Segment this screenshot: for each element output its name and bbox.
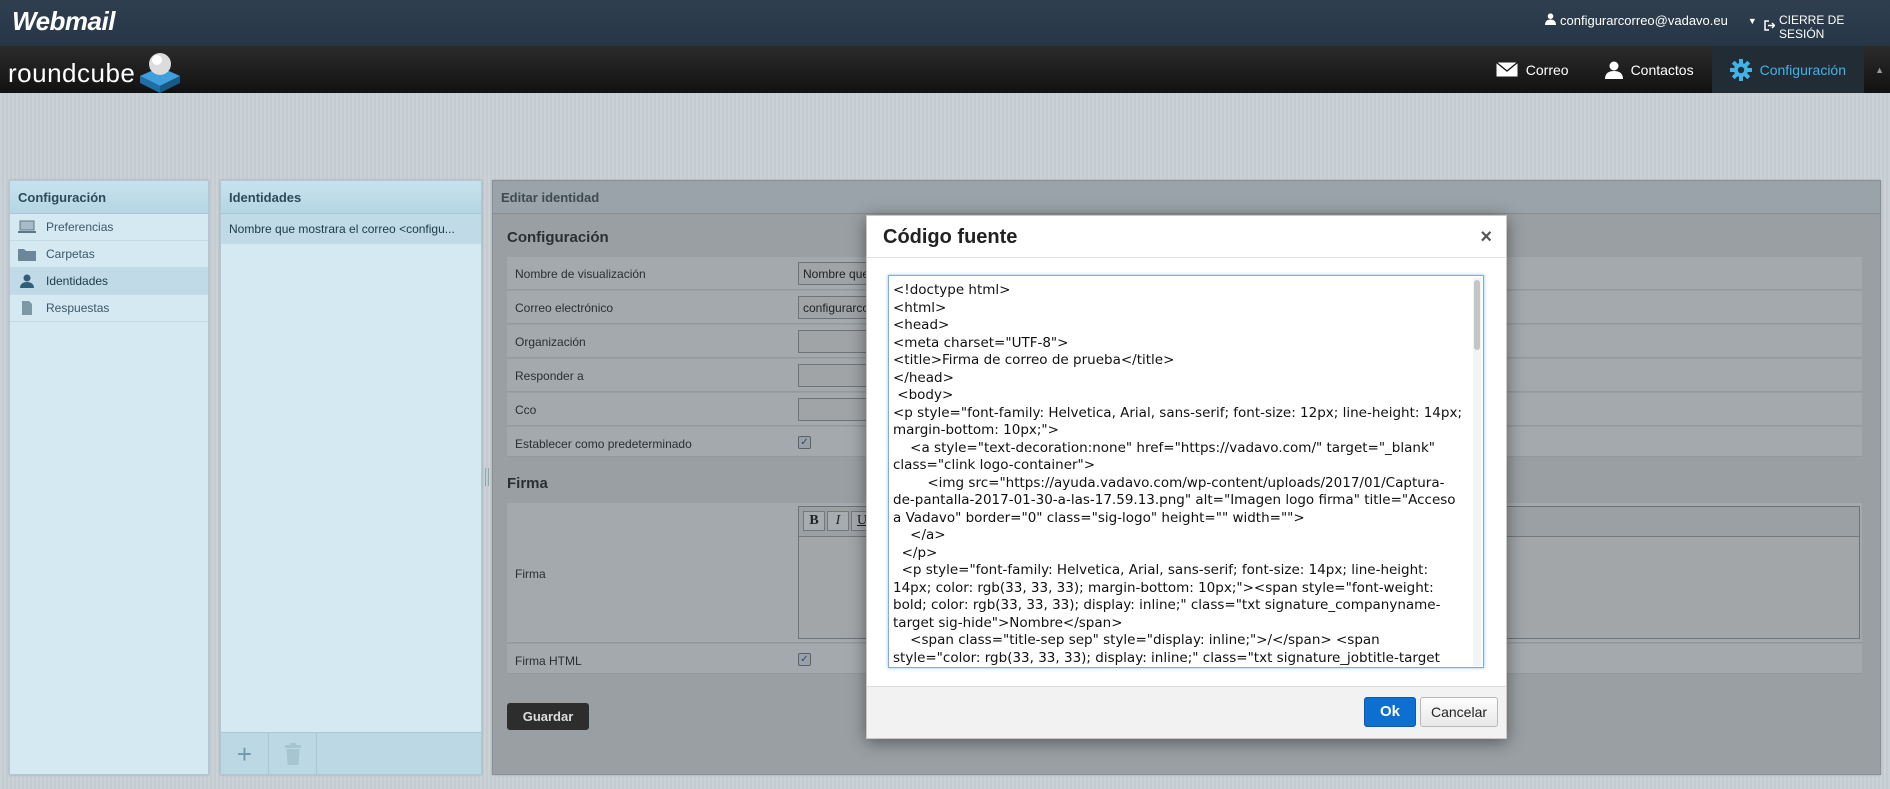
cancel-button[interactable]: Cancelar — [1420, 697, 1498, 727]
italic-button[interactable]: I — [827, 511, 849, 531]
identity-list-item[interactable]: Nombre que mostrara el correo <configu..… — [221, 214, 481, 244]
close-icon[interactable]: × — [1480, 226, 1492, 249]
folder-icon — [18, 249, 36, 261]
edit-identity-title: Editar identidad — [493, 181, 1880, 214]
source-code-text: <!doctype html> <html> <head> <meta char… — [893, 282, 1463, 666]
default-checkbox[interactable]: ✓ — [798, 436, 811, 449]
delete-identity-button[interactable] — [269, 733, 317, 775]
html-signature-label: Firma HTML — [515, 654, 582, 668]
nav-settings[interactable]: Configuración — [1711, 46, 1864, 93]
roundcube-logo-icon — [140, 53, 180, 93]
user-email: configurarcorreo@vadavo.eu — [1560, 13, 1728, 28]
bcc-label: Cco — [515, 403, 537, 417]
display-name-label: Nombre de visualización — [515, 267, 646, 281]
app-header: roundcube Correo Contactos Configuración… — [0, 46, 1890, 93]
ok-button[interactable]: Ok — [1364, 697, 1416, 727]
email-label: Correo electrónico — [515, 301, 614, 315]
settings-sidebar: Configuración Preferencias Carpetas Iden… — [9, 180, 209, 775]
add-identity-button[interactable]: + — [221, 733, 269, 775]
organization-label: Organización — [515, 335, 586, 349]
webmail-brand: Webmail — [12, 6, 115, 36]
user-menu[interactable]: configurarcorreo@vadavo.eu ▼ — [1545, 13, 1757, 28]
settings-sidebar-title: Configuración — [10, 181, 208, 214]
sidebar-item-folders[interactable]: Carpetas — [10, 241, 208, 268]
sidebar-item-preferences[interactable]: Preferencias — [10, 214, 208, 241]
sidebar-item-identities[interactable]: Identidades — [10, 268, 208, 295]
identities-panel-title: Identidades — [221, 181, 481, 214]
nav-settings-label: Configuración — [1759, 61, 1846, 78]
html-signature-checkbox[interactable]: ✓ — [798, 653, 811, 666]
source-code-dialog: Código fuente × <!doctype html> <html> <… — [866, 215, 1507, 739]
scrollbar-thumb[interactable] — [1474, 280, 1480, 350]
bold-button[interactable]: B — [803, 511, 825, 531]
roundcube-logo[interactable]: roundcube — [8, 58, 135, 89]
nav-contacts-label: Contactos — [1630, 61, 1694, 78]
sidebar-item-label: Carpetas — [46, 247, 95, 261]
person-icon — [1604, 61, 1623, 79]
sidebar-item-responses[interactable]: Respuestas — [10, 295, 208, 322]
logout-icon — [1764, 20, 1776, 34]
user-icon — [1545, 13, 1556, 28]
nav-mail[interactable]: Correo — [1478, 46, 1587, 93]
dialog-footer: Ok Cancelar — [867, 686, 1506, 738]
laptop-icon — [18, 220, 36, 233]
sidebar-item-label: Identidades — [46, 274, 109, 288]
logout-label: CIERRE DE SESIÓN — [1779, 13, 1845, 41]
identities-footer: + — [221, 732, 481, 775]
nav-mail-label: Correo — [1525, 61, 1569, 78]
envelope-icon — [1495, 62, 1518, 77]
trash-icon — [284, 743, 301, 765]
nav-contacts[interactable]: Contactos — [1587, 46, 1712, 93]
sidebar-item-label: Respuestas — [46, 301, 110, 315]
logout-button[interactable]: CIERRE DE SESIÓN — [1764, 13, 1890, 41]
top-bar: Webmail configurarcorreo@vadavo.eu ▼ CIE… — [0, 0, 1890, 46]
document-icon — [22, 301, 32, 315]
chevron-down-icon[interactable]: ▼ — [1748, 16, 1757, 26]
reply-to-label: Responder a — [515, 369, 584, 383]
signature-label: Firma — [515, 567, 546, 581]
gear-icon — [1729, 58, 1752, 81]
identities-panel: Identidades Nombre que mostrara el corre… — [220, 180, 482, 775]
main-nav: Correo Contactos Configuración — [1478, 46, 1864, 93]
default-label: Establecer como predeterminado — [515, 437, 692, 451]
sidebar-item-label: Preferencias — [46, 220, 114, 234]
dialog-header: Código fuente × — [867, 216, 1506, 258]
chevron-up-icon[interactable]: ▲ — [1875, 65, 1884, 75]
textarea-scrollbar[interactable] — [1473, 278, 1481, 666]
save-button[interactable]: Guardar — [507, 703, 589, 730]
source-code-textarea[interactable]: <!doctype html> <html> <head> <meta char… — [888, 275, 1484, 668]
section-title-config: Configuración — [507, 229, 609, 246]
section-title-signature: Firma — [507, 475, 548, 492]
dialog-title: Código fuente — [883, 226, 1018, 248]
panel-splitter[interactable] — [485, 468, 489, 486]
plus-icon: + — [236, 738, 253, 769]
person-icon — [20, 274, 34, 288]
